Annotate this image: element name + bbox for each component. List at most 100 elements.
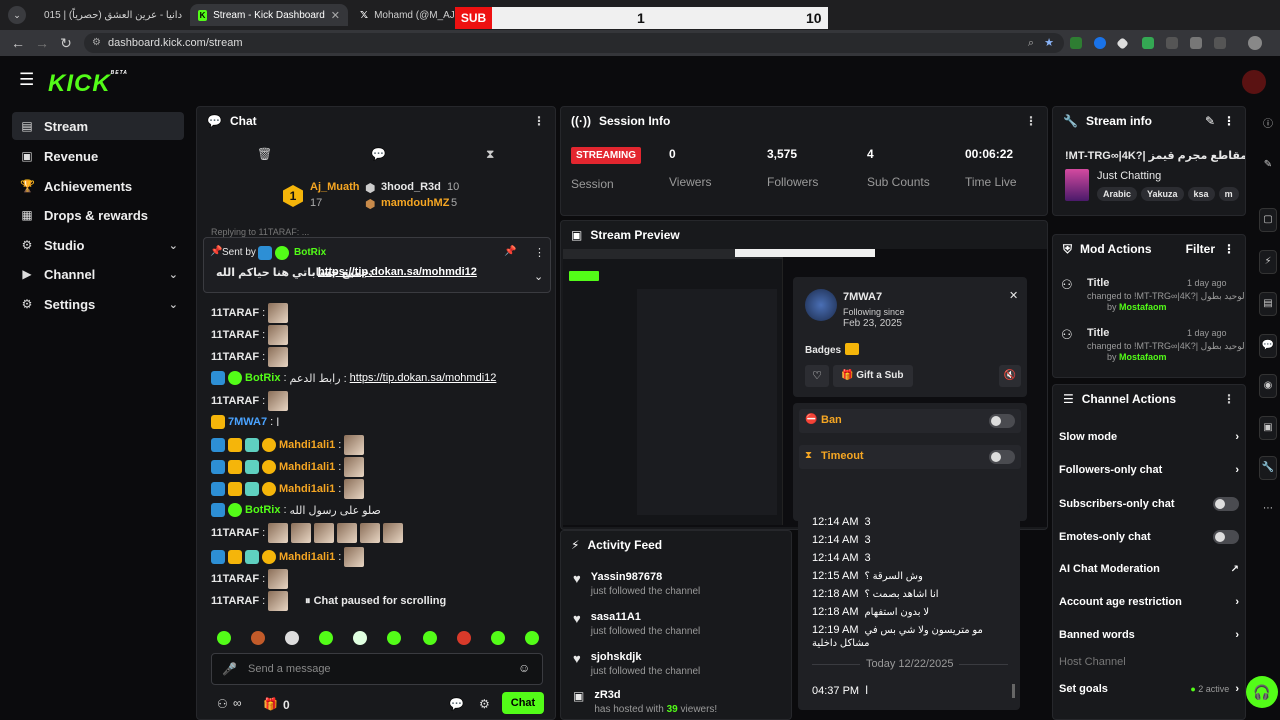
- ban-toggle[interactable]: [989, 414, 1015, 428]
- chat-message[interactable]: 11TARAF:: [211, 325, 289, 345]
- username[interactable]: 11TARAF: [211, 573, 259, 585]
- broadcast-icon[interactable]: ◉: [1259, 374, 1277, 398]
- emotes-only-toggle[interactable]: [1213, 530, 1239, 544]
- edit-icon[interactable]: ✎: [1205, 114, 1215, 128]
- user-card-name[interactable]: 7MWA7: [843, 291, 882, 303]
- pinned-message[interactable]: 📌 Sent by BotRix جميع حساباتي هنا حياكم …: [203, 237, 551, 293]
- send-chat-button[interactable]: Chat: [502, 692, 544, 714]
- more-icon[interactable]: ⋮: [533, 114, 545, 128]
- extension-blue-icon[interactable]: [1094, 37, 1106, 49]
- chat-paused-notice[interactable]: ⏸ Chat paused for scrolling: [305, 595, 446, 608]
- chat-bubble-icon[interactable]: 💬: [371, 147, 386, 161]
- sidebar-item-settings[interactable]: ⚙ Settings ⌄: [12, 290, 184, 318]
- browser-tab-x[interactable]: 𝕏 Mohamd (@M_AJJ1) / X: [352, 4, 456, 26]
- activity-item[interactable]: ♥ sasa11A1 just followed the channel: [573, 611, 700, 637]
- emote-quick[interactable]: [319, 631, 333, 645]
- chat-message[interactable]: BotRix: صلو على رسول الله: [211, 503, 381, 517]
- channel-action-followers-only[interactable]: Followers-only chat ›: [1059, 464, 1239, 476]
- username[interactable]: BotRix: [245, 372, 280, 384]
- chat-message[interactable]: Mahdi1ali1:: [211, 457, 365, 477]
- channel-action-set-goals[interactable]: Set goals ● 2 active ›: [1059, 683, 1239, 695]
- lightning-icon[interactable]: ⚡: [1259, 250, 1277, 274]
- menu-icon[interactable]: ☰: [19, 70, 34, 90]
- url-field[interactable]: ⚙ dashboard.kick.com/stream ⌕ ★: [84, 33, 1064, 53]
- subscribers-only-toggle[interactable]: [1213, 497, 1239, 511]
- activity-item[interactable]: ♥ sjohskdjk just followed the channel: [573, 651, 700, 677]
- more-icon[interactable]: ⋮: [1223, 114, 1235, 128]
- bookmark-star-icon[interactable]: ★: [1044, 33, 1054, 53]
- site-info-icon[interactable]: ⚙: [92, 33, 101, 53]
- chat-message[interactable]: Mahdi1ali1:: [211, 479, 365, 499]
- channel-action-emotes-only[interactable]: Emotes-only chat: [1059, 530, 1239, 544]
- activity-name[interactable]: Yassin987678: [591, 571, 701, 583]
- tag[interactable]: Arabic: [1097, 187, 1138, 201]
- leader-name[interactable]: Aj_Muath: [310, 181, 360, 193]
- browser-tab-kick[interactable]: K Stream - Kick Dashboard ✕: [190, 4, 348, 26]
- extension-diamond-icon[interactable]: [1116, 37, 1129, 50]
- chat-message[interactable]: 11TARAF:: [211, 523, 404, 543]
- emote-quick[interactable]: [353, 631, 367, 645]
- leader-name[interactable]: mamdouhMZ: [381, 197, 449, 209]
- extension-green-icon[interactable]: [1142, 37, 1154, 49]
- activity-name[interactable]: sasa11A1: [591, 611, 701, 623]
- channel-action-subscribers-only[interactable]: Subscribers-only chat: [1059, 497, 1239, 511]
- chat-message[interactable]: 11TARAF:: [211, 569, 289, 589]
- mod-name[interactable]: Mostafaom: [1119, 302, 1167, 312]
- chat-message[interactable]: 11TARAF:: [211, 303, 289, 323]
- wrench-icon[interactable]: 🔧: [1259, 456, 1277, 480]
- tag[interactable]: m: [1218, 187, 1239, 201]
- chat-message[interactable]: 7MWA7: ا: [211, 415, 279, 429]
- emote-quick[interactable]: [387, 631, 401, 645]
- gift-sub-button[interactable]: 🎁 Gift a Sub: [833, 365, 913, 387]
- chat-icon[interactable]: 💬: [1259, 334, 1277, 358]
- emote-quick[interactable]: [525, 631, 539, 645]
- emote-quick[interactable]: [285, 631, 299, 645]
- message-link[interactable]: https://tip.dokan.sa/mohmdi12: [350, 372, 497, 384]
- monitor-icon[interactable]: ▣: [1259, 416, 1277, 440]
- username[interactable]: Mahdi1ali1: [279, 461, 335, 473]
- tab-search-button[interactable]: ⌄: [8, 6, 26, 24]
- emote-quick[interactable]: [423, 631, 437, 645]
- user-avatar[interactable]: [1242, 70, 1266, 94]
- channel-action-ai-moderation[interactable]: AI Chat Moderation ↗: [1059, 563, 1239, 575]
- edit-icon[interactable]: ✎: [1259, 154, 1277, 178]
- kick-logo[interactable]: KICKBETA: [48, 70, 128, 98]
- tag[interactable]: ksa: [1187, 187, 1215, 201]
- back-icon[interactable]: ←: [6, 35, 30, 51]
- username[interactable]: 11TARAF: [211, 329, 259, 341]
- log-scrollbar[interactable]: [1012, 684, 1015, 698]
- gear-icon[interactable]: ⚙: [479, 697, 490, 711]
- emote-quick[interactable]: [491, 631, 505, 645]
- username[interactable]: Mahdi1ali1: [279, 483, 335, 495]
- sidebar-item-stream[interactable]: ▤ Stream: [12, 112, 184, 140]
- sidebar-item-studio[interactable]: ⚙ Studio ⌄: [12, 231, 184, 259]
- channel-action-slow-mode[interactable]: Slow mode ›: [1059, 431, 1239, 443]
- username[interactable]: 7MWA7: [228, 416, 267, 428]
- user-avatar[interactable]: [805, 289, 837, 321]
- pin-toggle-icon[interactable]: 📌: [504, 246, 516, 257]
- channel-action-account-age[interactable]: Account age restriction ›: [1059, 596, 1239, 608]
- chat-message[interactable]: 11TARAF:: [211, 391, 289, 411]
- activity-item[interactable]: ♥ Yassin987678 just followed the channel: [573, 571, 700, 597]
- leader-name[interactable]: 3hood_R3d: [381, 181, 441, 193]
- username[interactable]: 11TARAF: [211, 527, 259, 539]
- tag[interactable]: Yakuza: [1141, 187, 1184, 201]
- emote-quick[interactable]: [457, 631, 471, 645]
- screen-icon[interactable]: ▢: [1259, 208, 1277, 232]
- profile-avatar[interactable]: [1248, 36, 1262, 50]
- share-icon[interactable]: ⋯: [1259, 498, 1277, 522]
- follow-heart-button[interactable]: ♡: [805, 365, 829, 387]
- more-icon[interactable]: ⋮: [1025, 114, 1037, 128]
- extension-shield-icon[interactable]: [1070, 37, 1082, 49]
- username[interactable]: BotRix: [245, 504, 280, 516]
- more-icon[interactable]: ⋮: [1223, 392, 1235, 406]
- sidebar-item-channel[interactable]: ▶ Channel ⌄: [12, 260, 184, 288]
- extension-puzzle-icon[interactable]: [1166, 37, 1178, 49]
- more-icon[interactable]: ⋮: [534, 246, 545, 259]
- close-icon[interactable]: ✕: [1009, 289, 1018, 302]
- pinned-sender[interactable]: BotRix: [294, 247, 326, 258]
- chat-message[interactable]: Mahdi1ali1:: [211, 435, 365, 455]
- chevron-down-icon[interactable]: ⌄: [534, 270, 543, 283]
- pinned-link[interactable]: https://tip.dokan.sa/mohmdi12: [318, 266, 477, 278]
- timeout-toggle[interactable]: [989, 450, 1015, 464]
